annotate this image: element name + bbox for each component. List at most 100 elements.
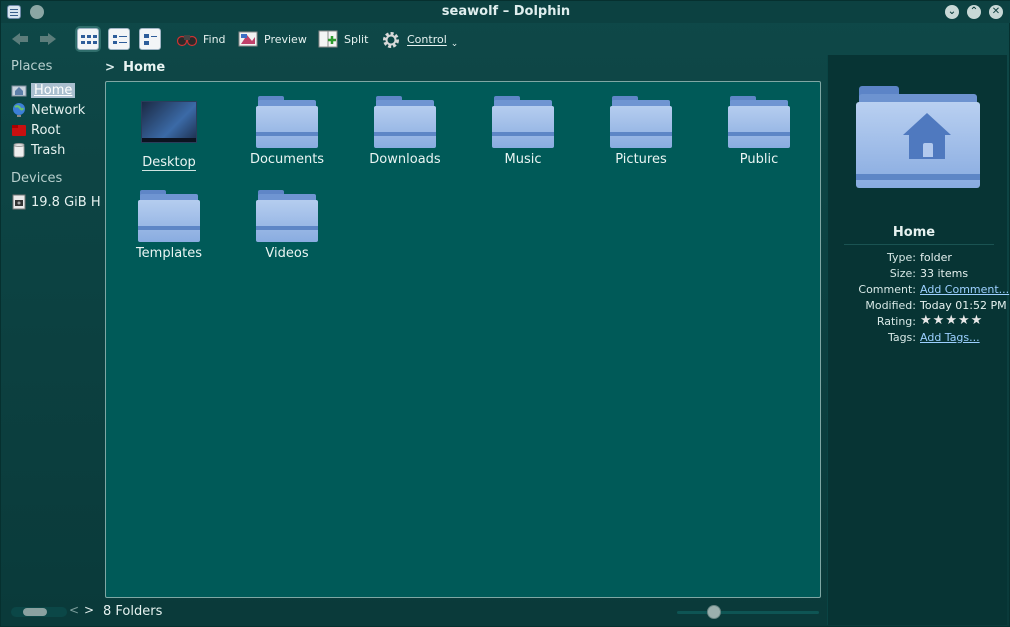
status-bar: < > 8 Folders (1, 601, 827, 623)
info-divider (844, 244, 994, 245)
file-item-label: Videos (265, 246, 309, 261)
zoom-slider-handle[interactable] (707, 605, 721, 619)
places-item-root[interactable]: Root (11, 121, 101, 139)
hard-disk-icon (11, 194, 27, 210)
preview-icon (238, 30, 258, 48)
icons-view-button[interactable] (77, 28, 99, 50)
preview-label: Preview (264, 32, 307, 46)
places-header: Places (11, 59, 53, 74)
chevron-left-icon[interactable]: < (69, 603, 79, 617)
information-panel: Home Type: folder Size: 33 items Comment… (827, 55, 1009, 625)
places-item-home[interactable]: Home (11, 81, 101, 99)
find-button[interactable]: Find (176, 27, 226, 51)
star-icon[interactable]: ★ (945, 314, 957, 327)
preview-button[interactable]: Preview (238, 27, 307, 51)
file-item-label: Music (504, 152, 542, 167)
info-row-comment: Comment: Add Comment... (828, 283, 1009, 297)
file-item-videos[interactable]: Videos (232, 190, 342, 261)
file-item-downloads[interactable]: Downloads (350, 96, 460, 167)
star-icon[interactable]: ★ (933, 314, 945, 327)
rating-stars[interactable]: ★ ★ ★ ★ ★ (920, 314, 983, 327)
split-button[interactable]: Split (318, 27, 368, 51)
info-row-tags: Tags: Add Tags... (828, 331, 1008, 345)
zoom-slider[interactable] (677, 605, 819, 619)
title-bar: seawolf – Dolphin ⌄ ⌃ ✕ (1, 1, 1010, 23)
file-item-pictures[interactable]: Pictures (586, 96, 696, 167)
forward-button[interactable] (39, 30, 57, 48)
info-key: Rating: (876, 315, 916, 328)
file-item-label: Downloads (369, 152, 441, 167)
breadcrumb[interactable]: > Home (105, 58, 165, 76)
split-view-icon (318, 30, 338, 48)
folder-icon (256, 96, 318, 148)
details-view-button[interactable] (139, 28, 161, 50)
info-key: Comment: (858, 283, 916, 296)
desktop-folder-icon (141, 101, 197, 143)
trash-icon (11, 142, 27, 158)
device-item-harddisk[interactable]: 19.8 GiB Ha (11, 193, 101, 211)
file-item-templates[interactable]: Templates (114, 190, 224, 261)
star-icon[interactable]: ★ (971, 314, 983, 327)
file-item-label: Documents (249, 152, 325, 167)
places-item-label: Trash (31, 142, 66, 158)
folder-icon (610, 96, 672, 148)
info-row-modified: Modified: Today 01:52 PM (828, 299, 1008, 313)
file-item-desktop[interactable]: Desktop (114, 101, 224, 171)
device-item-label: 19.8 GiB Ha (31, 194, 101, 210)
control-button[interactable]: Control ⌄ (381, 27, 458, 51)
info-key: Size: (889, 267, 916, 280)
folder-icon (256, 190, 318, 242)
control-label: Control (407, 32, 447, 46)
places-item-label: Network (31, 102, 86, 118)
status-text: 8 Folders (103, 604, 163, 619)
info-title: Home (892, 225, 936, 240)
close-button[interactable]: ✕ (989, 5, 1003, 19)
places-panel: Places Home Network Root Trash Devices 1… (5, 55, 101, 595)
add-tags-link[interactable]: Add Tags... (920, 331, 980, 344)
info-row-type: Type: folder (828, 251, 1008, 265)
folder-icon (138, 190, 200, 242)
chevron-right-icon[interactable]: > (84, 603, 94, 617)
split-label: Split (344, 32, 369, 46)
places-item-label: Home (31, 82, 76, 98)
binoculars-icon (176, 30, 198, 48)
find-label: Find (203, 32, 226, 46)
maximize-button[interactable]: ⌃ (967, 5, 981, 19)
add-comment-link[interactable]: Add Comment... (920, 283, 1009, 296)
file-item-documents[interactable]: Documents (232, 96, 342, 167)
toolbar: Find Preview Split Control ⌄ (1, 23, 1010, 55)
dolphin-window: seawolf – Dolphin ⌄ ⌃ ✕ Find Preview Spl… (0, 0, 1010, 627)
file-item-label: Templates (135, 246, 203, 261)
home-folder-preview-icon (856, 86, 980, 188)
gear-icon (381, 30, 401, 48)
places-item-label: Root (31, 122, 61, 138)
folder-icon (374, 96, 436, 148)
file-item-label: Public (739, 152, 779, 167)
chevron-right-icon: > (105, 60, 116, 74)
chevron-down-icon: ⌄ (450, 39, 459, 49)
breadcrumb-current[interactable]: Home (123, 60, 165, 75)
info-value: Today 01:52 PM (920, 299, 1007, 312)
file-item-label: Pictures (615, 152, 667, 167)
info-key: Tags: (887, 331, 916, 344)
compact-view-button[interactable] (108, 28, 130, 50)
scrollbar-thumb[interactable] (23, 608, 47, 616)
minimize-button[interactable]: ⌄ (945, 5, 959, 19)
places-item-trash[interactable]: Trash (11, 141, 101, 159)
root-folder-icon (11, 122, 27, 138)
network-icon (11, 102, 27, 118)
file-item-music[interactable]: Music (468, 96, 578, 167)
places-scrollbar[interactable] (11, 607, 67, 617)
file-view[interactable]: Desktop Documents Downloads Music Pictur… (105, 81, 821, 598)
file-item-public[interactable]: Public (704, 96, 814, 167)
home-icon (11, 82, 27, 98)
back-button[interactable] (11, 30, 29, 48)
info-row-rating: Rating: ★ ★ ★ ★ ★ (828, 314, 1008, 329)
folder-icon (728, 96, 790, 148)
places-item-network[interactable]: Network (11, 101, 101, 119)
star-icon[interactable]: ★ (958, 314, 970, 327)
info-row-size: Size: 33 items (828, 267, 1008, 281)
window-title: seawolf – Dolphin (441, 4, 571, 19)
folder-icon (492, 96, 554, 148)
star-icon[interactable]: ★ (920, 314, 932, 327)
